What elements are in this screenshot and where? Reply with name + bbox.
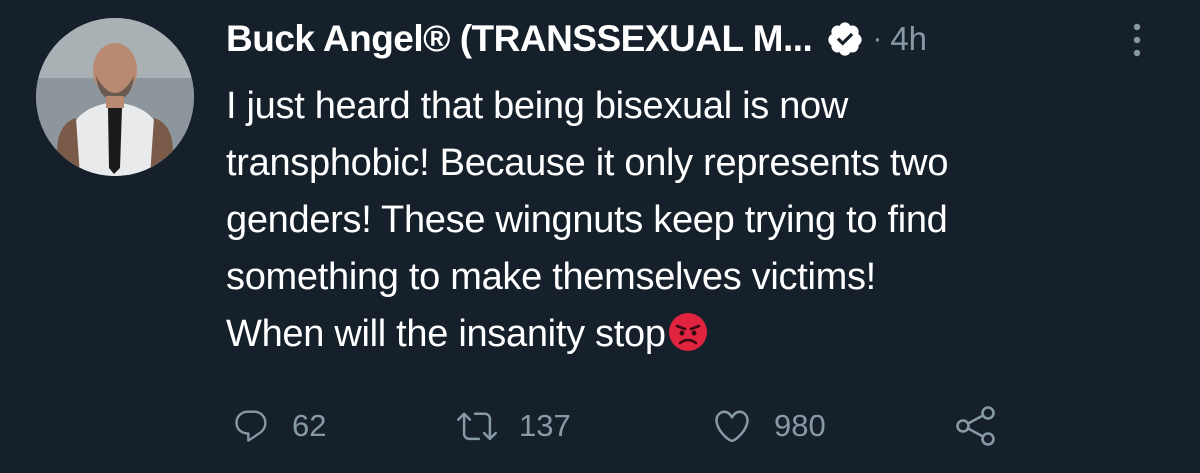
retweet-button[interactable]: 137 xyxy=(457,400,571,452)
reply-count: 62 xyxy=(292,408,327,443)
tweet-text-line-last: When will the insanity stop xyxy=(226,306,1176,363)
verified-badge-icon xyxy=(826,20,864,58)
retweet-icon xyxy=(457,406,497,446)
author-name[interactable]: Buck Angel® (TRANSSEXUAL M... xyxy=(226,18,813,60)
tweet-text-line: I just heard that being bisexual is now xyxy=(226,85,849,127)
avatar[interactable] xyxy=(36,18,194,176)
reply-icon xyxy=(232,407,270,445)
tweet-text-line: genders! These wingnuts keep trying to f… xyxy=(226,199,948,241)
tweet-text-line: transphobic! Because it only represents … xyxy=(226,142,949,184)
tweet-actions: 62 137 980 xyxy=(232,400,1032,452)
like-count: 980 xyxy=(774,408,826,443)
share-button[interactable] xyxy=(954,400,998,452)
retweet-count: 137 xyxy=(519,408,571,443)
reply-button[interactable]: 62 xyxy=(232,400,326,452)
tweet-timestamp[interactable]: 4h xyxy=(890,20,927,58)
more-vertical-icon[interactable] xyxy=(1122,18,1152,62)
tweet-text: I just heard that being bisexual is now … xyxy=(226,78,1176,363)
tweet[interactable]: Buck Angel® (TRANSSEXUAL M... · 4h I jus… xyxy=(0,0,1200,473)
tweet-header: Buck Angel® (TRANSSEXUAL M... · 4h xyxy=(226,14,927,64)
tweet-text-line: something to make themselves victims! xyxy=(226,256,876,298)
like-button[interactable]: 980 xyxy=(712,400,826,452)
tweet-text-line: When will the insanity stop xyxy=(226,313,666,355)
heart-icon xyxy=(712,406,752,446)
share-icon xyxy=(954,404,998,448)
header-separator: · xyxy=(872,22,883,55)
angry-face-emoji xyxy=(668,312,708,352)
